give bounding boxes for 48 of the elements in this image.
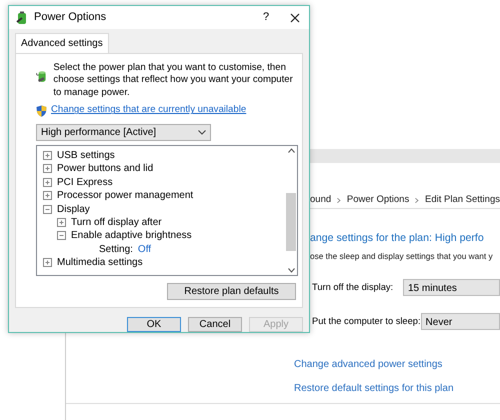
tree-item[interactable]: Power buttons and lid bbox=[57, 161, 154, 176]
setting-label: Turn off the display: bbox=[311, 280, 394, 294]
page-description: ose the sleep and display settings that you want y bbox=[310, 250, 494, 262]
collapse-icon[interactable] bbox=[57, 231, 66, 240]
page-heading: ange settings for the plan: High perfo bbox=[310, 231, 485, 246]
setting-dropdown[interactable]: Never bbox=[420, 313, 500, 330]
plan-dropdown[interactable]: High performance [Active] bbox=[36, 124, 211, 141]
tree-item[interactable]: Multimedia settings bbox=[57, 255, 143, 270]
change-settings-link[interactable]: Change settings that are currently unavailable bbox=[51, 103, 246, 118]
battery-plug-icon bbox=[15, 10, 29, 24]
settings-link[interactable]: Restore default settings for this plan bbox=[294, 381, 454, 396]
expand-icon[interactable] bbox=[43, 258, 52, 268]
breadcrumb-link[interactable]: Power Options bbox=[346, 193, 410, 208]
chevron-down-icon bbox=[198, 130, 206, 135]
intro-text: Select the power plan that you want to customise, then choose settings that reflect how you want your computer to manage power. bbox=[53, 62, 294, 100]
tree-item[interactable]: Processor power management bbox=[57, 188, 194, 204]
chevron-right-icon bbox=[415, 197, 419, 204]
settings-link[interactable]: Change advanced power settings bbox=[294, 357, 442, 372]
chevron-right-icon bbox=[337, 197, 341, 204]
expand-icon[interactable] bbox=[43, 150, 52, 160]
tree-item[interactable]: Enable adaptive brightness bbox=[71, 228, 192, 244]
tree-item[interactable]: PCI Express bbox=[57, 174, 113, 190]
shield-icon bbox=[36, 104, 47, 117]
tree-item[interactable]: USB settings bbox=[57, 148, 115, 163]
collapse-icon[interactable] bbox=[43, 204, 52, 214]
restore-defaults-button[interactable]: Restore plan defaults bbox=[167, 282, 296, 300]
expand-icon[interactable] bbox=[43, 191, 52, 200]
tree-item[interactable]: Display bbox=[57, 202, 90, 217]
help-button[interactable]: ? bbox=[255, 9, 277, 26]
dialog-button[interactable]: OK bbox=[127, 317, 181, 332]
tree-item[interactable]: Turn off display after bbox=[71, 214, 162, 230]
dialog-button[interactable]: Cancel bbox=[188, 317, 242, 332]
setting-label: Put the computer to sleep: bbox=[311, 314, 421, 328]
chevron-up-icon[interactable] bbox=[288, 148, 294, 153]
breadcrumb-link[interactable]: Edit Plan Settings bbox=[424, 193, 500, 208]
scrollbar[interactable] bbox=[285, 146, 297, 275]
expand-icon[interactable] bbox=[43, 164, 52, 174]
chevron-down-icon[interactable] bbox=[288, 268, 294, 273]
scrollbar-thumb[interactable] bbox=[286, 192, 296, 251]
expand-icon[interactable] bbox=[57, 218, 66, 227]
breadcrumb-link[interactable]: ound bbox=[310, 193, 332, 208]
expand-icon[interactable] bbox=[43, 178, 52, 187]
close-icon[interactable] bbox=[290, 12, 300, 22]
setting-dropdown[interactable]: 15 minutes bbox=[402, 279, 500, 296]
setting-value[interactable]: Off bbox=[138, 242, 152, 257]
setting-label: Setting: bbox=[99, 242, 133, 257]
window-title: Power Options bbox=[34, 10, 108, 26]
tab[interactable]: Advanced settings bbox=[15, 33, 109, 53]
